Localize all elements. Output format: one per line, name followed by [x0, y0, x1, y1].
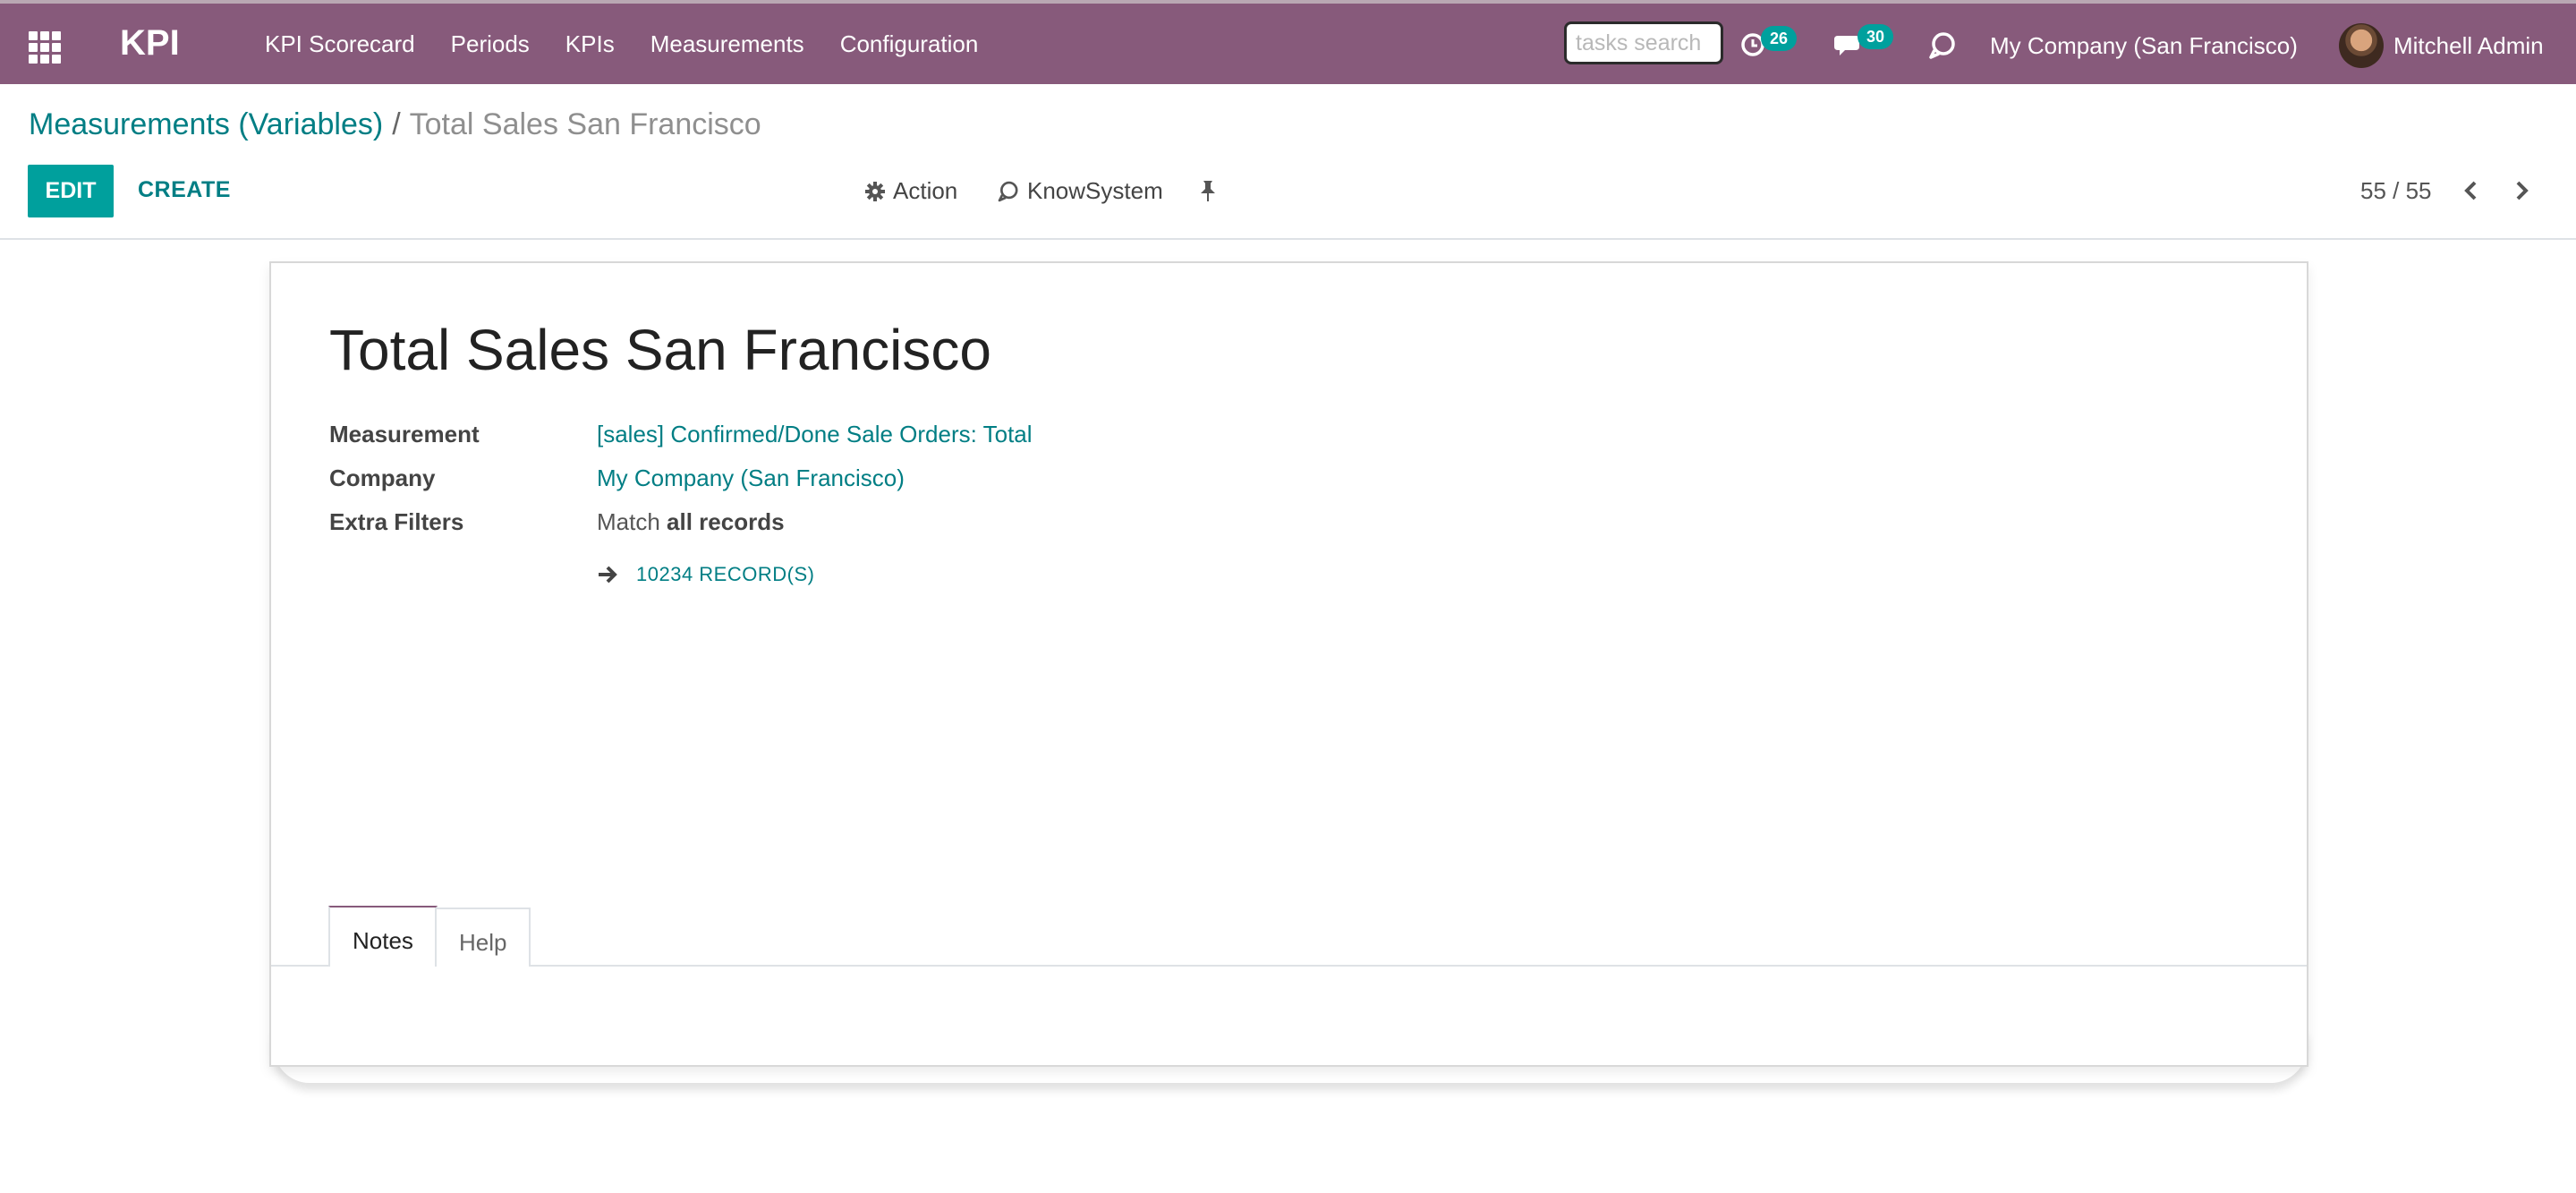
knowsystem-systray[interactable]	[1927, 27, 1958, 63]
action-label: Action	[893, 177, 958, 204]
company-switcher[interactable]: My Company (San Francisco)	[1990, 32, 2298, 60]
pager-previous-button[interactable]	[2459, 177, 2484, 204]
knowsystem-label: KnowSystem	[1027, 177, 1163, 204]
records-link-label: 10234 RECORD(S)	[636, 563, 815, 585]
knowsystem-button[interactable]: KnowSystem	[997, 177, 1163, 205]
activity-menu[interactable]: 26	[1739, 26, 1798, 63]
extra-filters-value: Match all records	[597, 508, 785, 536]
apps-grid-icon[interactable]	[29, 31, 61, 64]
company-label: Company	[329, 464, 436, 491]
pager-next-button[interactable]	[2509, 177, 2534, 204]
chevron-left-icon	[2464, 181, 2477, 200]
pin-button[interactable]	[1199, 179, 1224, 202]
tabs-divider	[271, 965, 2307, 967]
activity-count-badge: 26	[1761, 26, 1798, 51]
menu-item-kpis[interactable]: KPIs	[565, 30, 615, 58]
form-sheet: Total Sales San Francisco Measurement [s…	[269, 261, 2308, 1067]
tab-notes[interactable]: Notes	[328, 906, 438, 967]
control-panel-divider	[0, 238, 2576, 240]
knowsystem-icon	[1929, 32, 1955, 59]
main-menu: KPI Scorecard Periods KPIs Measurements …	[265, 4, 1014, 84]
arrow-right-icon	[599, 566, 617, 584]
menu-item-configuration[interactable]: Configuration	[840, 30, 979, 58]
pin-icon	[1201, 181, 1215, 201]
menu-item-kpi-scorecard[interactable]: KPI Scorecard	[265, 30, 415, 58]
extra-filters-strong: all records	[667, 508, 785, 535]
tasks-search-input[interactable]	[1564, 21, 1723, 64]
extra-filters-prefix: Match	[597, 508, 660, 535]
messages-count-badge: 30	[1858, 24, 1894, 49]
breadcrumb-separator: /	[392, 107, 401, 141]
pager-value[interactable]: 55 / 55	[2360, 177, 2432, 205]
app-brand[interactable]: KPI	[120, 23, 180, 64]
records-link[interactable]: 10234 RECORD(S)	[597, 563, 814, 586]
action-dropdown[interactable]: Action	[864, 177, 957, 205]
chevron-right-icon	[2516, 181, 2529, 200]
knowsystem-icon	[998, 181, 1018, 201]
measurement-value[interactable]: [sales] Confirmed/Done Sale Orders: Tota…	[597, 421, 1033, 448]
menu-item-measurements[interactable]: Measurements	[650, 30, 804, 58]
user-menu[interactable]: Mitchell Admin	[2393, 32, 2544, 60]
gear-icon	[865, 181, 885, 201]
record-title: Total Sales San Francisco	[329, 318, 991, 382]
company-value[interactable]: My Company (San Francisco)	[597, 464, 905, 492]
create-button[interactable]: CREATE	[138, 177, 231, 203]
tab-help[interactable]: Help	[435, 908, 531, 967]
measurement-label: Measurement	[329, 421, 480, 447]
breadcrumb-current: Total Sales San Francisco	[409, 107, 761, 141]
breadcrumb: Measurements (Variables) / Total Sales San…	[29, 107, 761, 142]
extra-filters-label: Extra Filters	[329, 508, 464, 535]
edit-button[interactable]: EDIT	[28, 165, 114, 217]
menu-item-periods[interactable]: Periods	[451, 30, 530, 58]
breadcrumb-parent[interactable]: Measurements (Variables)	[29, 107, 383, 141]
top-navbar: KPI KPI Scorecard Periods KPIs Measureme…	[0, 0, 2576, 84]
avatar[interactable]	[2339, 23, 2384, 68]
messaging-menu[interactable]: 30	[1834, 24, 1894, 63]
